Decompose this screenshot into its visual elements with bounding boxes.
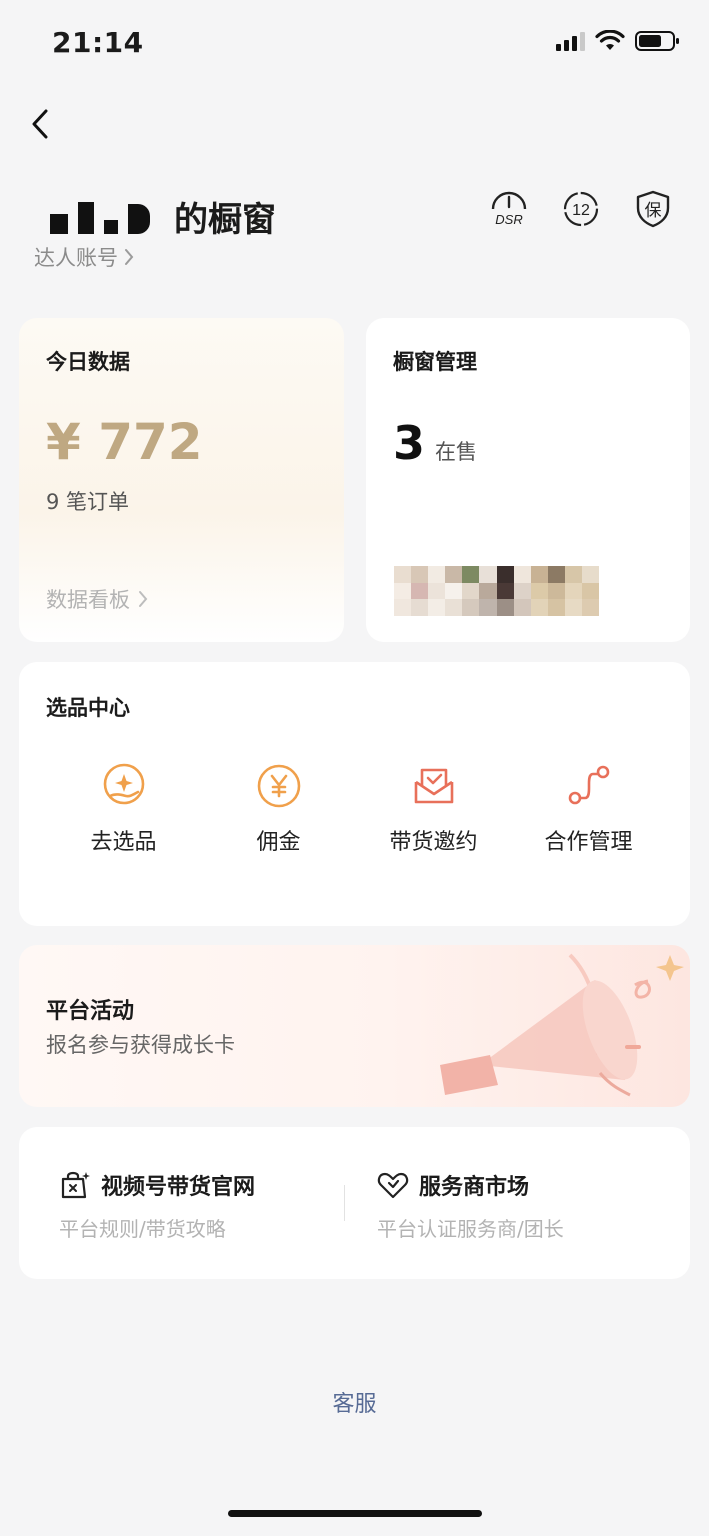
service-provider-market-title: 服务商市场 xyxy=(419,1175,530,1200)
back-button[interactable] xyxy=(20,104,60,144)
page-title: 的橱窗 xyxy=(174,200,276,240)
select-products-button[interactable]: 去选品 xyxy=(46,762,201,856)
chevron-right-icon xyxy=(125,249,134,265)
on-sale-unit: 在售 xyxy=(435,440,478,464)
video-shop-official-subtitle: 平台规则/带货攻略 xyxy=(59,1217,226,1241)
video-shop-official-title: 视频号带货官网 xyxy=(101,1175,256,1200)
guarantee-icon[interactable]: 保 xyxy=(632,188,674,230)
cooperation-label: 合作管理 xyxy=(544,830,633,855)
window-management-title: 橱窗管理 xyxy=(393,350,477,374)
cellular-signal-icon xyxy=(556,31,585,51)
video-shop-official-link[interactable]: 视频号带货官网 平台规则/带货攻略 xyxy=(59,1169,255,1242)
on-sale-count: 3 在售 xyxy=(393,416,477,470)
twelve-badge-icon[interactable]: 12 xyxy=(560,188,602,230)
data-dashboard-link[interactable]: 数据看板 xyxy=(46,584,148,614)
chevron-left-icon xyxy=(32,109,48,139)
links-card: 视频号带货官网 平台规则/带货攻略 服务商市场 平台认证服务商/团长 xyxy=(19,1127,690,1279)
status-time: 21:14 xyxy=(52,26,144,59)
today-amount: ¥ 772 xyxy=(46,413,203,471)
activity-subtitle: 报名参与获得成长卡 xyxy=(46,1033,235,1057)
selection-center-items: 去选品 佣金 带货邀约 合作管理 xyxy=(46,762,666,856)
selection-center-card: 选品中心 去选品 佣金 带货邀约 合作管理 xyxy=(19,662,690,926)
home-indicator xyxy=(228,1510,482,1517)
dsr-icon[interactable]: DSR xyxy=(488,188,530,230)
handshake-heart-icon xyxy=(377,1172,409,1199)
data-dashboard-label: 数据看板 xyxy=(46,588,130,612)
activity-title: 平台活动 xyxy=(46,999,135,1024)
invitation-button[interactable]: 带货邀约 xyxy=(356,762,511,856)
on-sale-number: 3 xyxy=(393,416,426,470)
header-icons: DSR 12 保 xyxy=(488,188,674,230)
shop-header: 的橱窗 达人账号 DSR 12 保 xyxy=(34,186,674,276)
invitation-icon xyxy=(414,768,453,804)
today-data-card[interactable]: 今日数据 ¥ 772 9 笔订单 数据看板 xyxy=(19,318,344,642)
platform-activity-banner[interactable]: 平台活动 报名参与获得成长卡 xyxy=(19,945,690,1107)
status-icons xyxy=(556,30,681,52)
svg-text:DSR: DSR xyxy=(495,212,522,227)
megaphone-illustration xyxy=(440,953,684,1097)
window-management-card[interactable]: 橱窗管理 3 在售 xyxy=(366,318,690,642)
redacted-name xyxy=(50,202,150,234)
divider xyxy=(344,1185,345,1221)
account-link[interactable]: 达人账号 xyxy=(34,242,134,272)
commission-label: 佣金 xyxy=(256,830,301,855)
select-products-label: 去选品 xyxy=(90,830,157,855)
status-bar: 21:14 xyxy=(0,0,709,86)
invitation-label: 带货邀约 xyxy=(389,830,478,855)
shopping-bag-icon xyxy=(61,1171,90,1199)
today-orders: 9 笔订单 xyxy=(46,490,130,514)
battery-icon xyxy=(635,31,679,51)
service-provider-market-subtitle: 平台认证服务商/团长 xyxy=(377,1217,564,1241)
cooperation-button[interactable]: 合作管理 xyxy=(511,762,666,856)
commission-icon xyxy=(257,764,300,808)
account-link-label: 达人账号 xyxy=(34,246,118,270)
select-products-icon xyxy=(103,763,144,805)
cooperation-icon xyxy=(568,765,609,805)
today-data-title: 今日数据 xyxy=(46,350,130,374)
wifi-icon xyxy=(595,30,625,50)
svg-text:保: 保 xyxy=(645,201,662,221)
chevron-right-icon xyxy=(139,591,148,607)
customer-service-link[interactable]: 客服 xyxy=(0,1386,709,1418)
service-provider-market-link[interactable]: 服务商市场 平台认证服务商/团长 xyxy=(377,1169,564,1242)
selection-center-title: 选品中心 xyxy=(46,696,130,720)
product-thumbnails-pixelated xyxy=(394,566,599,616)
svg-text:12: 12 xyxy=(572,202,590,219)
commission-button[interactable]: 佣金 xyxy=(201,762,356,856)
